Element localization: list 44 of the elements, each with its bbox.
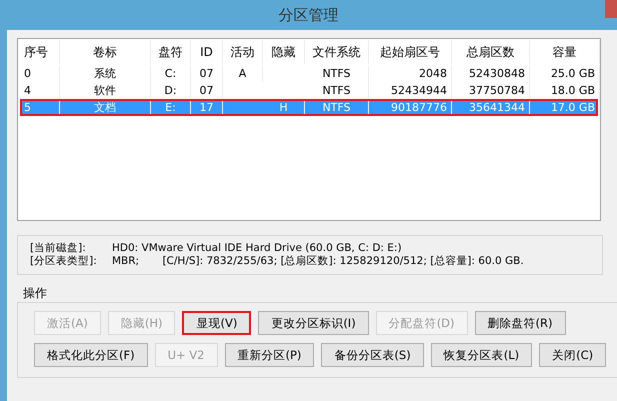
column-header[interactable]: 起始扇区号 [369, 40, 452, 64]
column-header[interactable]: 文件系统 [305, 40, 369, 64]
table-cell: NTFS [305, 65, 369, 82]
table-cell: 35641344 [452, 99, 530, 116]
column-header[interactable]: 卷标 [60, 40, 151, 64]
table-cell: 0 [20, 65, 60, 82]
action-button[interactable]: 备份分区表(S) [321, 343, 424, 367]
table-cell: 17 [191, 99, 223, 116]
column-header[interactable]: 隐藏 [263, 40, 305, 64]
action-button[interactable]: 删除盘符(R) [474, 311, 566, 335]
table-cell: 文档 [60, 99, 151, 116]
column-header[interactable]: 序号 [20, 40, 60, 64]
action-button[interactable]: 重新分区(P) [224, 343, 314, 367]
table-cell: 系统 [60, 65, 151, 82]
table-cell: 25.0 GB [530, 65, 600, 82]
table-cell: 07 [191, 65, 223, 82]
action-button[interactable]: 关闭(C) [539, 343, 606, 367]
column-header[interactable]: 盘符 [151, 40, 191, 64]
action-button[interactable]: 格式化此分区(F) [34, 343, 148, 367]
column-header[interactable]: 容量 [530, 40, 600, 64]
table-cell: 17.0 GB [530, 99, 600, 116]
action-button[interactable]: 更改分区标识(I) [258, 311, 369, 335]
action-button[interactable]: 恢复分区表(L) [430, 343, 532, 367]
window-title: 分区管理 [278, 6, 338, 24]
column-header[interactable]: 总扇区数 [452, 40, 530, 64]
info-value: MBR; [C/H/S]: 7832/255/63; [总扇区数]: 125829120/512; [总容量]: 60.0 GB. [112, 255, 524, 268]
table-cell: 5 [20, 99, 60, 116]
table-cell: 90187776 [369, 99, 452, 116]
info-value: HD0: VMware Virtual IDE Hard Drive (60.0 GB, C: D: E:) [112, 242, 402, 255]
action-button[interactable]: 显现(V) [182, 311, 252, 335]
table-row[interactable]: 0 系统 C: 07 A NTFS 2048 52430848 25.0 GB [20, 65, 598, 82]
table-cell: NTFS [305, 99, 369, 116]
table-cell: H [263, 99, 305, 116]
table-cell: C: [151, 65, 191, 82]
table-cell: 2048 [369, 65, 452, 82]
info-label: [分区表类型]: [30, 255, 98, 268]
table-cell: 52430848 [452, 65, 530, 82]
column-header[interactable]: 活动 [223, 40, 263, 64]
column-header[interactable]: ID [191, 40, 223, 64]
close-button[interactable] [605, 0, 617, 18]
group-title: 操作 [23, 285, 48, 302]
table-cell: A [223, 65, 263, 82]
info-label: [当前磁盘]: [30, 242, 87, 255]
table-cell: E: [151, 99, 191, 116]
